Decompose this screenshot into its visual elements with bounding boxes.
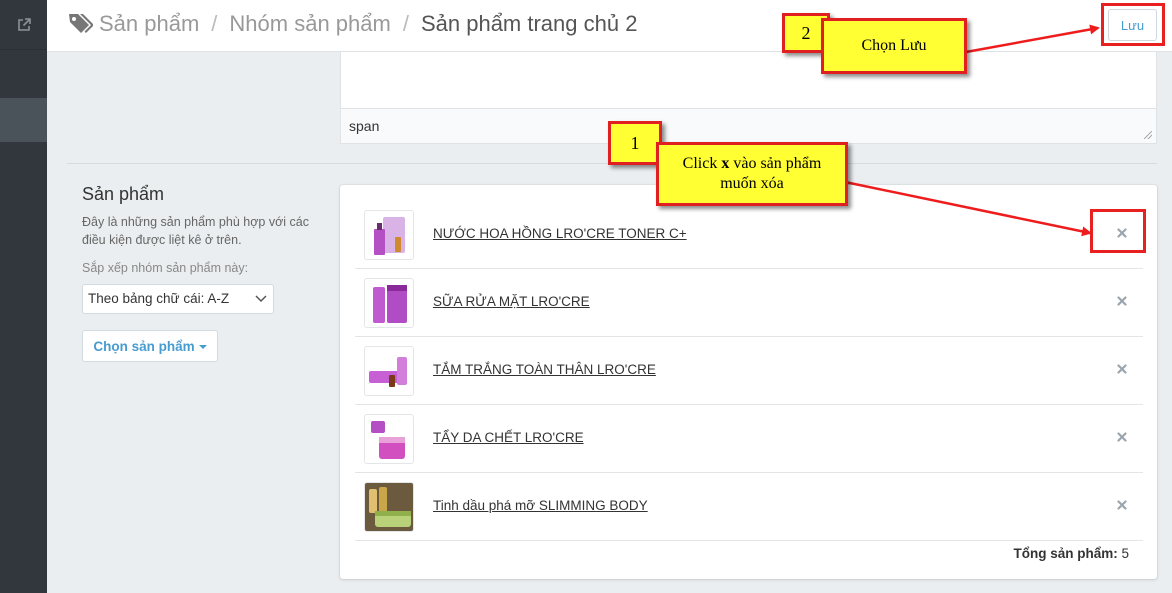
step2-number: 2 — [801, 22, 811, 43]
save-highlight-box — [1101, 3, 1165, 46]
step1-number: 1 — [630, 132, 640, 153]
arrow-to-save — [965, 24, 1100, 54]
remove-highlight-box — [1090, 209, 1146, 253]
step1-label-box: Click x vào sản phẩm muốn xóa — [656, 142, 848, 206]
annotation-arrows — [844, 24, 1100, 237]
step2-label: Chọn Lưu — [861, 37, 927, 54]
step1-number-badge: 1 — [608, 121, 662, 165]
step1-label: Click x vào sản phẩm muốn xóa — [682, 155, 822, 192]
step2-label-box: Chọn Lưu — [821, 18, 967, 74]
arrow-to-remove — [844, 180, 1092, 237]
